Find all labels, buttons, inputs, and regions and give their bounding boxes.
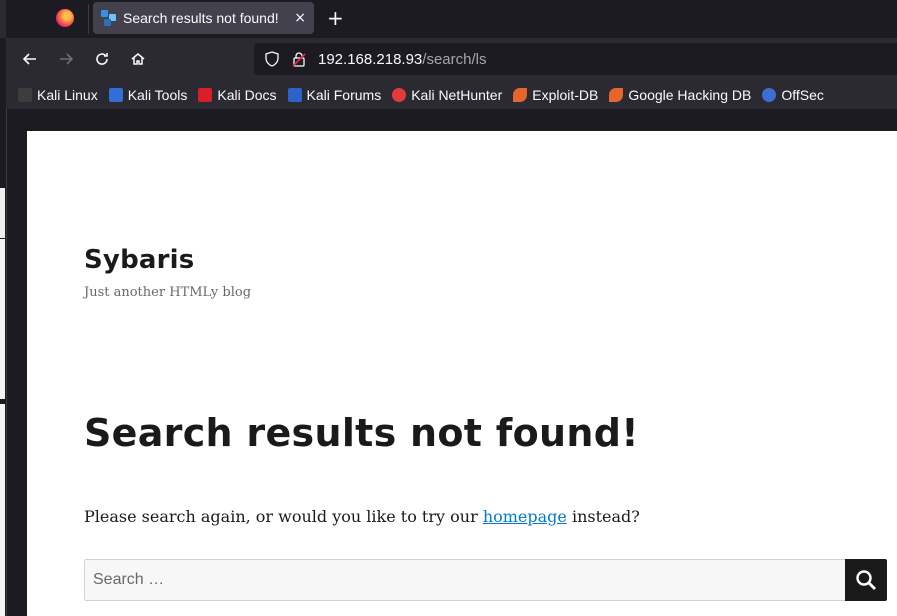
homepage-link[interactable]: homepage — [483, 507, 567, 526]
bookmark-kali-nethunter[interactable]: Kali NetHunter — [392, 87, 502, 103]
bookmark-kali-docs[interactable]: Kali Docs — [198, 87, 277, 103]
url-path: /search/ls — [422, 50, 487, 68]
bookmark-label: Kali Tools — [127, 87, 188, 103]
bookmark-offsec[interactable]: OffSec — [762, 87, 824, 103]
forward-button[interactable] — [55, 48, 77, 70]
web-page: Sybaris Just another HTMLy blog Search r… — [27, 131, 897, 616]
url-host: 192.168.218.93 — [318, 50, 423, 68]
page-title: Search results not found! — [84, 411, 639, 455]
site-title[interactable]: Sybaris — [84, 245, 194, 275]
back-button[interactable] — [19, 48, 41, 70]
search-button[interactable] — [845, 559, 887, 601]
tab-close-icon[interactable]: × — [294, 10, 306, 26]
tab-active[interactable]: Search results not found! × — [93, 2, 314, 34]
tab-strip: Search results not found! × + — [0, 0, 897, 38]
window-edge — [0, 0, 6, 38]
bookmark-label: Kali Forums — [306, 87, 382, 103]
reload-icon — [96, 53, 108, 65]
kali-nethunter-icon — [392, 88, 407, 102]
bookmark-google-hacking-db[interactable]: Google Hacking DB — [609, 87, 751, 103]
address-bar[interactable]: 192.168.218.93/search/ls — [254, 43, 897, 75]
ghdb-icon — [609, 88, 624, 102]
home-icon — [131, 53, 145, 65]
background-window-panel — [0, 404, 5, 616]
search-input[interactable] — [84, 559, 846, 601]
new-tab-button[interactable]: + — [327, 6, 344, 30]
bookmark-kali-linux[interactable]: Kali Linux — [18, 87, 98, 103]
back-arrow-icon — [22, 53, 36, 65]
site-description: Just another HTMLy blog — [84, 285, 252, 300]
tab-divider — [88, 4, 89, 34]
bookmark-label: Exploit-DB — [532, 87, 599, 103]
search-icon — [856, 570, 876, 590]
kali-docs-icon — [198, 88, 213, 102]
offsec-icon — [762, 88, 777, 102]
sidebar-gap — [6, 109, 27, 616]
home-button[interactable] — [127, 48, 149, 70]
bookmark-exploit-db[interactable]: Exploit-DB — [513, 87, 598, 103]
tracking-protection-shield-icon[interactable] — [264, 51, 280, 67]
bookmark-label: Kali Docs — [217, 87, 277, 103]
bookmarks-toolbar: Kali Linux Kali Tools Kali Docs Kali For… — [6, 81, 897, 109]
navigation-toolbar: 192.168.218.93/search/ls — [6, 38, 897, 81]
exploit-db-icon — [513, 88, 528, 102]
firefox-menu-icon[interactable] — [56, 9, 74, 27]
background-window-panel — [0, 188, 5, 238]
kali-dragon-icon — [18, 88, 32, 102]
bookmark-label: Kali NetHunter — [411, 87, 503, 103]
bookmark-label: Google Hacking DB — [628, 87, 752, 103]
bookmark-kali-forums[interactable]: Kali Forums — [287, 87, 382, 103]
not-found-notice: Please search again, or would you like t… — [84, 507, 640, 526]
notice-text-after: instead? — [566, 507, 640, 526]
background-window-panel — [0, 239, 5, 399]
kali-forums-icon — [287, 88, 302, 102]
bookmark-label: OffSec — [781, 87, 824, 103]
reload-button[interactable] — [91, 48, 113, 70]
forward-arrow-icon — [60, 53, 74, 65]
bookmark-kali-tools[interactable]: Kali Tools — [108, 87, 188, 103]
kali-tools-icon — [108, 88, 123, 102]
tab-title: Search results not found! — [123, 10, 279, 26]
site-favicon-icon — [101, 10, 117, 26]
insecure-lock-icon[interactable] — [292, 51, 306, 67]
notice-text-before: Please search again, or would you like t… — [84, 507, 483, 526]
bookmark-label: Kali Linux — [37, 87, 98, 103]
